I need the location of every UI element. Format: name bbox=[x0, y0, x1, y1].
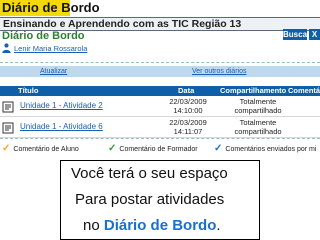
legend-label: Comentário de Aluno bbox=[13, 145, 79, 153]
entry-date-day: 22/03/2009 bbox=[169, 97, 207, 106]
diario-title-badge: Diário de Bordo bbox=[0, 0, 100, 16]
user-icon bbox=[2, 43, 11, 53]
entry-date-day: 22/03/2009 bbox=[169, 118, 207, 127]
entry-title-link[interactable]: Unidade 1 - Atividade 2 bbox=[20, 101, 103, 110]
entry-date: 22/03/2009 14:11:07 bbox=[163, 118, 213, 136]
legend-item-aluno: ✓ Comentário de Aluno bbox=[2, 144, 79, 154]
legend-label: Comentários enviados por mi bbox=[225, 145, 317, 153]
action-bar: Atualizar Ver outros diários bbox=[0, 66, 320, 77]
ver-outros-diarios-link[interactable]: Ver outros diários bbox=[192, 66, 246, 77]
legend-item-formador: ✓ Comentário de Formador bbox=[108, 144, 198, 154]
column-header-titulo[interactable]: Título bbox=[18, 86, 38, 96]
entry-share-line2: compartilhado bbox=[234, 127, 282, 136]
legend-item-enviados: ✓ Comentários enviados por mi bbox=[214, 144, 316, 154]
column-header-comentarios[interactable]: Comentá bbox=[288, 86, 320, 96]
info-callout: Você terá o seu espaço Para postar ativi… bbox=[60, 160, 260, 240]
course-header: Ensinando e Aprendendo com as TIC Região… bbox=[0, 17, 320, 31]
table-row[interactable]: Unidade 1 - Atividade 2 22/03/2009 14:10… bbox=[0, 96, 320, 117]
divider bbox=[0, 138, 320, 139]
column-header-data[interactable]: Data bbox=[178, 86, 194, 96]
entry-title-link[interactable]: Unidade 1 - Atividade 6 bbox=[20, 122, 103, 131]
entry-share-line1: Totalmente bbox=[239, 97, 277, 106]
divider bbox=[0, 62, 320, 63]
column-header-compartilhamento[interactable]: Compartilhamento bbox=[220, 86, 286, 96]
diary-table: Título Data Compartilhamento Comentá Uni… bbox=[0, 86, 320, 138]
callout-line-2: Para postar atividades bbox=[75, 191, 225, 208]
comment-legend: ✓ Comentário de Aluno ✓ Comentário de Fo… bbox=[0, 142, 320, 156]
callout-line-1: Você terá o seu espaço bbox=[71, 165, 228, 182]
entry-date-time: 14:10:00 bbox=[173, 106, 203, 115]
callout-highlight: Diário de Bordo bbox=[103, 217, 217, 234]
entry-share-line1: Totalmente bbox=[239, 118, 277, 127]
document-icon bbox=[2, 122, 14, 134]
legend-label: Comentário de Formador bbox=[119, 145, 198, 153]
busca-button[interactable]: Busca bbox=[283, 29, 307, 40]
close-button[interactable]: X bbox=[309, 29, 320, 40]
atualizar-button[interactable]: Atualizar bbox=[40, 66, 67, 77]
checkmark-icon: ✓ bbox=[2, 143, 11, 154]
checkmark-icon: ✓ bbox=[214, 143, 223, 154]
table-row[interactable]: Unidade 1 - Atividade 6 22/03/2009 14:11… bbox=[0, 117, 320, 138]
table-header: Título Data Compartilhamento Comentá bbox=[0, 86, 320, 96]
entry-share-status: Totalmente compartilhado bbox=[218, 97, 298, 115]
entry-date: 22/03/2009 14:10:00 bbox=[163, 97, 213, 115]
entry-share-line2: compartilhado bbox=[234, 106, 282, 115]
callout-line-3: no Diário de Bordo. bbox=[83, 217, 221, 234]
user-row: Lenir Maria Rossarola bbox=[2, 42, 87, 54]
callout-line-3-suffix: . bbox=[216, 217, 221, 234]
user-name-link[interactable]: Lenir Maria Rossarola bbox=[14, 44, 87, 53]
callout-line-3-prefix: no bbox=[83, 217, 104, 234]
entry-share-status: Totalmente compartilhado bbox=[218, 118, 298, 136]
document-icon bbox=[2, 101, 14, 113]
checkmark-icon: ✓ bbox=[108, 143, 117, 154]
entry-date-time: 14:11:07 bbox=[173, 127, 203, 136]
